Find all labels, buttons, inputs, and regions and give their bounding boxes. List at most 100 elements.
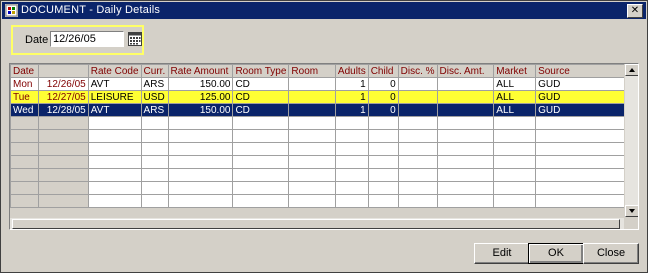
date-input[interactable] [50, 31, 124, 47]
empty-cell[interactable] [10, 194, 39, 208]
empty-cell[interactable] [334, 181, 369, 195]
empty-cell[interactable] [397, 194, 438, 208]
cell-rate-code[interactable]: AVT [87, 103, 142, 117]
cell-room[interactable] [288, 103, 336, 117]
empty-cell[interactable] [167, 142, 234, 156]
empty-cell[interactable] [535, 129, 638, 143]
empty-cell[interactable] [397, 116, 438, 130]
empty-cell[interactable] [167, 129, 234, 143]
empty-cell[interactable] [87, 116, 142, 130]
empty-cell[interactable] [10, 155, 39, 169]
col-header-disc-amt[interactable]: Disc. Amt. [436, 64, 495, 78]
cell-adults[interactable]: 1 [334, 103, 369, 117]
horizontal-scrollbar[interactable] [10, 217, 624, 229]
empty-cell[interactable] [493, 181, 537, 195]
empty-table-row[interactable] [10, 181, 638, 195]
cell-disc-amt[interactable] [436, 90, 495, 104]
cell-currency[interactable]: ARS [140, 77, 169, 91]
empty-cell[interactable] [288, 194, 336, 208]
empty-cell[interactable] [87, 129, 142, 143]
empty-cell[interactable] [10, 142, 39, 156]
empty-cell[interactable] [167, 181, 234, 195]
cell-currency[interactable]: USD [140, 90, 169, 104]
empty-table-row[interactable] [10, 116, 638, 130]
empty-cell[interactable] [535, 142, 638, 156]
empty-cell[interactable] [436, 168, 495, 182]
empty-cell[interactable] [288, 181, 336, 195]
empty-cell[interactable] [140, 142, 169, 156]
empty-cell[interactable] [37, 181, 89, 195]
calendar-icon[interactable] [128, 32, 142, 46]
empty-cell[interactable] [232, 142, 290, 156]
cell-source[interactable]: GUD [535, 90, 638, 104]
col-header-child[interactable]: Child [367, 64, 399, 78]
cell-adults[interactable]: 1 [334, 90, 369, 104]
empty-cell[interactable] [535, 116, 638, 130]
cell-disc-pct[interactable] [397, 90, 438, 104]
table-row[interactable]: Wed 12/28/05 AVT ARS 150.00 CD 1 0 ALL G… [10, 103, 638, 117]
empty-cell[interactable] [367, 181, 399, 195]
empty-cell[interactable] [140, 155, 169, 169]
cell-child[interactable]: 0 [367, 103, 399, 117]
empty-cell[interactable] [288, 142, 336, 156]
empty-cell[interactable] [367, 194, 399, 208]
empty-table-row[interactable] [10, 142, 638, 156]
empty-cell[interactable] [87, 168, 142, 182]
empty-cell[interactable] [367, 116, 399, 130]
empty-cell[interactable] [334, 168, 369, 182]
empty-cell[interactable] [10, 116, 39, 130]
empty-cell[interactable] [37, 142, 89, 156]
cell-currency[interactable]: ARS [140, 103, 169, 117]
scroll-up-button[interactable] [625, 64, 638, 76]
empty-cell[interactable] [167, 116, 234, 130]
empty-cell[interactable] [140, 181, 169, 195]
empty-cell[interactable] [436, 116, 495, 130]
empty-cell[interactable] [167, 194, 234, 208]
empty-cell[interactable] [87, 181, 142, 195]
empty-cell[interactable] [10, 168, 39, 182]
cell-room[interactable] [288, 77, 336, 91]
empty-cell[interactable] [493, 194, 537, 208]
empty-cell[interactable] [535, 155, 638, 169]
cell-market[interactable]: ALL [493, 90, 537, 104]
empty-cell[interactable] [535, 181, 638, 195]
empty-cell[interactable] [288, 155, 336, 169]
cell-child[interactable]: 0 [367, 90, 399, 104]
cell-market[interactable]: ALL [493, 77, 537, 91]
empty-cell[interactable] [288, 116, 336, 130]
table-row[interactable]: Tue 12/27/05 LEISURE USD 125.00 CD 1 0 A… [10, 90, 638, 104]
empty-cell[interactable] [37, 155, 89, 169]
empty-cell[interactable] [493, 168, 537, 182]
empty-table-row[interactable] [10, 129, 638, 143]
empty-cell[interactable] [232, 116, 290, 130]
empty-cell[interactable] [87, 142, 142, 156]
empty-cell[interactable] [493, 129, 537, 143]
cell-room[interactable] [288, 90, 336, 104]
col-header-disc-pct[interactable]: Disc. % [397, 64, 438, 78]
empty-cell[interactable] [535, 168, 638, 182]
empty-cell[interactable] [535, 194, 638, 208]
col-header-source[interactable]: Source [535, 64, 638, 78]
close-button[interactable]: Close [583, 243, 639, 264]
empty-cell[interactable] [37, 129, 89, 143]
empty-cell[interactable] [397, 168, 438, 182]
empty-table-row[interactable] [10, 194, 638, 208]
empty-cell[interactable] [397, 142, 438, 156]
close-window-button[interactable]: ✕ [627, 4, 643, 18]
col-header-currency[interactable]: Curr. [140, 64, 169, 78]
empty-cell[interactable] [397, 129, 438, 143]
cell-rate-code[interactable]: LEISURE [87, 90, 142, 104]
empty-table-row[interactable] [10, 155, 638, 169]
cell-disc-pct[interactable] [397, 77, 438, 91]
col-header-date[interactable]: Date [10, 64, 39, 78]
empty-cell[interactable] [493, 142, 537, 156]
empty-cell[interactable] [493, 155, 537, 169]
cell-room-type[interactable]: CD [232, 103, 290, 117]
col-header-market[interactable]: Market [493, 64, 537, 78]
scroll-down-button[interactable] [625, 205, 638, 217]
col-header-date-value[interactable] [37, 64, 89, 78]
empty-cell[interactable] [334, 116, 369, 130]
empty-cell[interactable] [436, 155, 495, 169]
cell-rate-amount[interactable]: 150.00 [167, 77, 234, 91]
empty-cell[interactable] [232, 155, 290, 169]
